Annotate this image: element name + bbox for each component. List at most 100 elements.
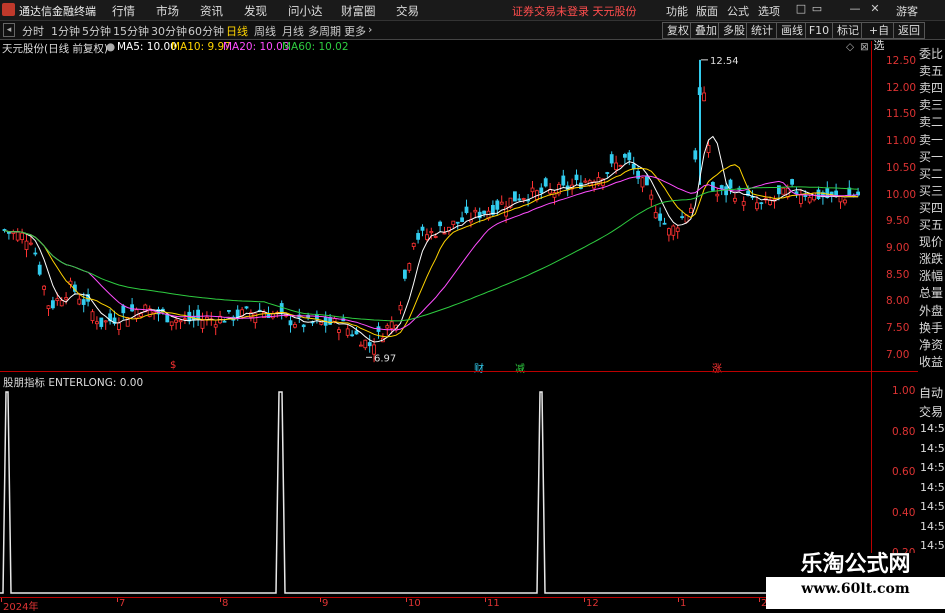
candlestick[interactable] <box>675 224 680 239</box>
candlestick[interactable] <box>565 181 570 197</box>
side-quote-item[interactable]: 委比 <box>919 45 943 62</box>
prev-arrow-icon[interactable]: ◂ <box>3 23 15 37</box>
login-status[interactable]: 证券交易未登录 天元股份 <box>512 3 637 19</box>
candlestick[interactable] <box>11 229 16 240</box>
candlestick[interactable] <box>156 306 161 322</box>
auto-trade-label[interactable]: 交易 <box>919 403 943 420</box>
candlestick[interactable] <box>416 229 421 244</box>
candlestick[interactable] <box>90 309 95 324</box>
mark-button[interactable]: 标记 <box>832 22 864 39</box>
candlestick[interactable] <box>689 203 693 213</box>
candlestick[interactable] <box>42 284 46 296</box>
candlestick[interactable] <box>424 228 429 242</box>
candlestick[interactable] <box>733 193 737 204</box>
tab-30min[interactable]: 30分钟 <box>151 23 187 39</box>
candlestick[interactable] <box>543 176 548 188</box>
candlestick[interactable] <box>781 187 786 195</box>
candlestick[interactable] <box>715 187 720 202</box>
menu-layout[interactable]: 版面 <box>696 3 718 19</box>
candlestick[interactable] <box>653 206 658 219</box>
candlestick[interactable] <box>618 164 623 167</box>
event-marker-reduce[interactable]: 减 <box>515 360 525 375</box>
candlestick[interactable] <box>301 323 306 333</box>
candlestick[interactable] <box>37 261 42 277</box>
candlestick[interactable] <box>838 195 843 209</box>
candlestick[interactable] <box>169 321 174 331</box>
candlestick[interactable] <box>460 211 465 223</box>
tab-15min[interactable]: 15分钟 <box>113 23 149 39</box>
candlestick[interactable] <box>103 320 108 330</box>
candlestick[interactable] <box>539 183 544 199</box>
side-quote-item[interactable]: 卖五 <box>919 62 943 79</box>
side-quote-item[interactable]: 卖一 <box>919 131 943 148</box>
candlestick[interactable] <box>741 196 746 211</box>
candlestick[interactable] <box>561 169 566 187</box>
candlestick[interactable] <box>517 193 522 202</box>
side-quote-item[interactable]: 买四 <box>919 199 943 216</box>
candlestick[interactable] <box>605 171 610 178</box>
candlestick[interactable] <box>807 194 812 205</box>
side-quote-item[interactable]: 总量 <box>919 284 943 301</box>
candlestick[interactable] <box>218 310 223 325</box>
candlestick[interactable] <box>345 325 350 338</box>
menu-function[interactable]: 功能 <box>666 3 688 19</box>
candlestick[interactable] <box>182 311 187 325</box>
candlestick[interactable] <box>623 152 627 164</box>
restore-icon[interactable]: □ <box>794 2 808 16</box>
candlestick[interactable] <box>407 262 412 273</box>
candlestick[interactable] <box>759 201 764 210</box>
candlestick[interactable] <box>200 312 205 333</box>
candlestick[interactable] <box>231 315 236 327</box>
candlestick[interactable] <box>376 322 381 339</box>
menu-wealth[interactable]: 财富圈 <box>341 3 376 19</box>
event-marker-dollar[interactable]: $ <box>170 360 176 371</box>
panel-divider[interactable] <box>0 371 918 372</box>
tab-more[interactable]: 更多 <box>344 23 366 39</box>
candlestick[interactable] <box>821 190 825 205</box>
candlestick[interactable] <box>671 224 676 241</box>
tab-monthly[interactable]: 月线 <box>282 23 304 39</box>
candlestick[interactable] <box>314 310 319 324</box>
candlestick[interactable] <box>477 207 482 223</box>
indicator-chart[interactable] <box>0 388 870 598</box>
indicator-chart-svg[interactable] <box>0 388 870 598</box>
close-panel-icon[interactable]: ⊠ <box>860 41 869 53</box>
candlestick[interactable] <box>438 220 443 232</box>
candlestick[interactable] <box>662 217 667 225</box>
candlestick[interactable] <box>81 292 86 313</box>
candlestick[interactable] <box>20 228 25 244</box>
candlestick[interactable] <box>473 207 478 219</box>
layout-icon[interactable]: ▭ <box>810 2 824 16</box>
candlestick[interactable] <box>363 339 368 351</box>
kline-chart[interactable]: 12.54 6.97 <box>0 41 870 371</box>
menu-formula[interactable]: 公式 <box>727 3 749 19</box>
settings-dot-icon[interactable]: ● <box>106 41 115 53</box>
more-arrow-icon[interactable]: › <box>368 23 372 36</box>
add-watchlist-button[interactable]: +自选 <box>861 22 897 52</box>
side-quote-item[interactable]: 外盘 <box>919 302 943 319</box>
candlestick[interactable] <box>279 300 284 320</box>
stats-button[interactable]: 统计 <box>746 22 778 39</box>
candlestick[interactable] <box>99 317 104 330</box>
side-quote-item[interactable]: 换手 <box>919 319 943 336</box>
candlestick[interactable] <box>68 277 73 289</box>
candlestick[interactable] <box>51 296 55 310</box>
candlestick[interactable] <box>482 210 487 218</box>
user-guest[interactable]: 游客 <box>896 3 918 19</box>
side-quote-item[interactable]: 现价 <box>919 233 943 250</box>
candlestick[interactable] <box>24 233 29 258</box>
candlestick[interactable] <box>204 311 209 326</box>
candlestick[interactable] <box>275 310 280 318</box>
candlestick[interactable] <box>270 310 275 320</box>
candlestick[interactable] <box>213 320 218 336</box>
candlestick[interactable] <box>829 191 834 203</box>
candlestick[interactable] <box>574 169 579 185</box>
side-quote-item[interactable]: 涨幅 <box>919 267 943 284</box>
candlestick[interactable] <box>772 195 777 209</box>
candlestick[interactable] <box>658 207 662 227</box>
candlestick[interactable] <box>244 306 249 310</box>
candlestick[interactable] <box>843 198 847 206</box>
candlestick[interactable] <box>442 226 447 235</box>
candlestick[interactable] <box>288 315 293 333</box>
candlestick[interactable] <box>702 86 706 102</box>
